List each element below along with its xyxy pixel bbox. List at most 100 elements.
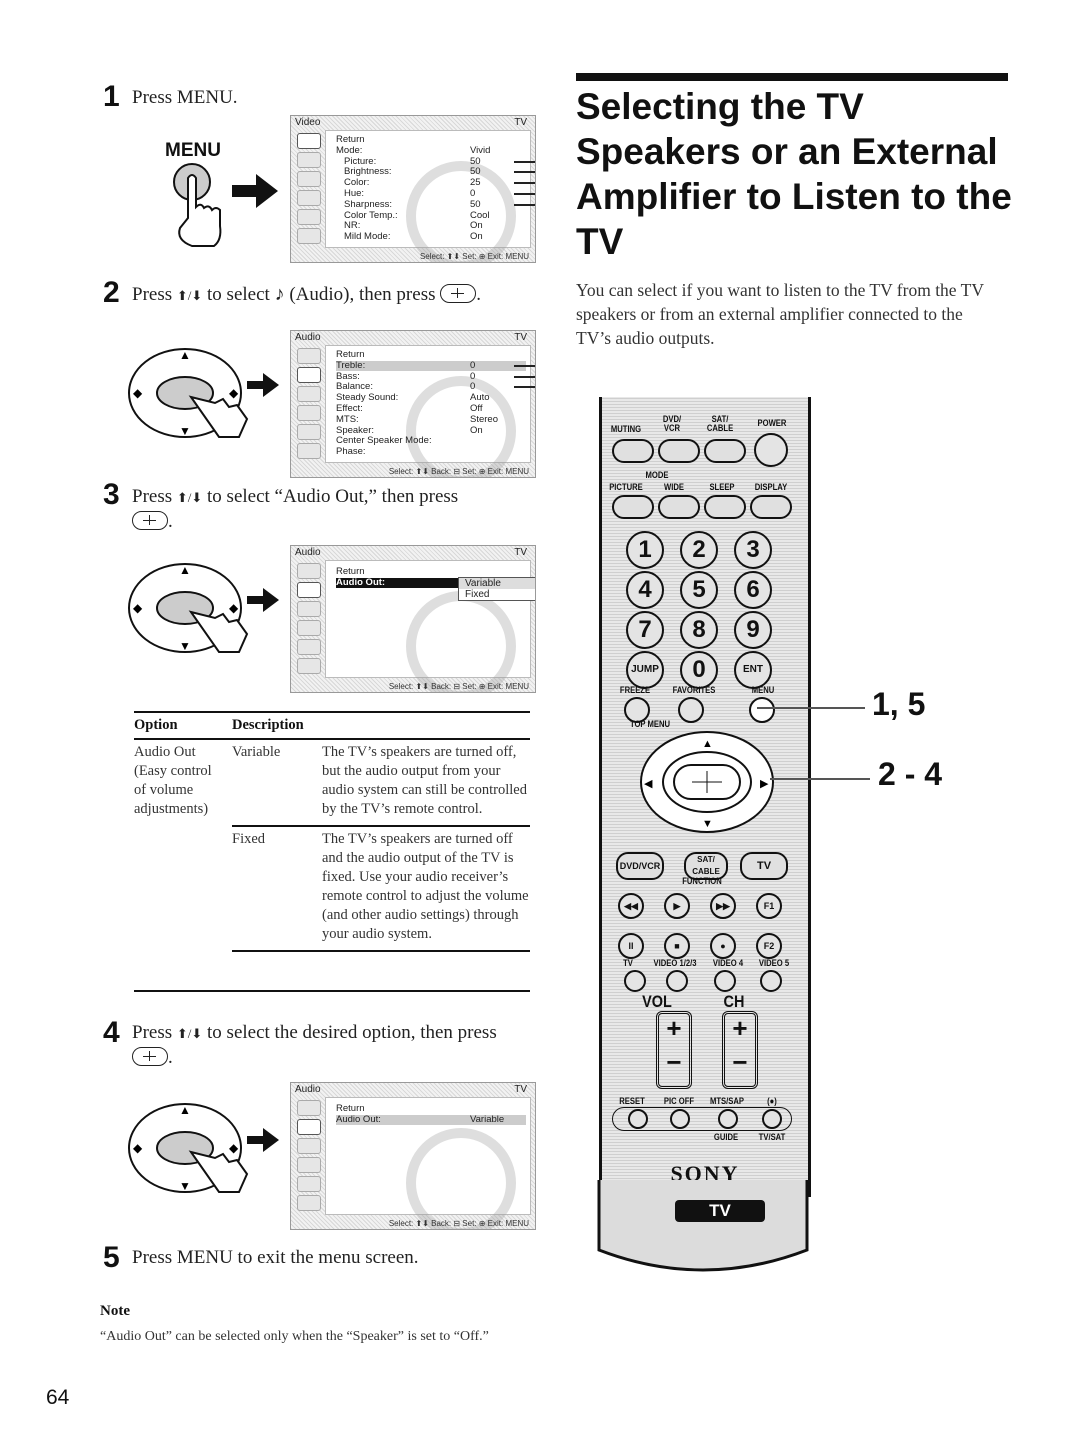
osd-row-label: Return xyxy=(336,1103,365,1114)
osd-row: Color Temp.: Cool xyxy=(336,209,526,221)
osd-row-label: Bass: xyxy=(336,370,360,382)
label-wide: WIDE xyxy=(664,482,684,492)
svg-text:▼: ▼ xyxy=(702,818,713,830)
osd-row-value: On xyxy=(470,424,483,436)
directional-pad[interactable]: ▲ ▼ ◀ ▶ xyxy=(632,727,782,837)
step-2-end: . xyxy=(476,284,481,305)
number-button-5[interactable]: 5 xyxy=(680,571,718,609)
number-button-jump[interactable]: JUMP xyxy=(626,651,664,689)
number-button-2[interactable]: 2 xyxy=(680,531,718,569)
label-video-4: VIDEO 4 xyxy=(712,958,744,968)
osd-row-label: Return xyxy=(336,349,365,360)
osd-audio-menu: Audio TV Return Treble: 0 Bass: 0 Balance: 0 St… xyxy=(290,330,536,478)
step-1-number: 1 xyxy=(103,80,120,113)
tv-sat-button[interactable] xyxy=(762,1109,782,1129)
label-video-123: VIDEO 1/2/3 xyxy=(653,958,697,968)
transport-button-4[interactable]: II xyxy=(618,933,644,959)
transport-button-5[interactable]: ■ xyxy=(664,933,690,959)
osd-row: Return xyxy=(336,350,526,360)
label-tv-sat: TV/SAT xyxy=(758,1132,786,1142)
number-button-0[interactable]: 0 xyxy=(680,651,718,689)
page-number: 64 xyxy=(46,1386,70,1409)
joystick-press-icon: ◆ ◆ ▲ ▼ xyxy=(128,348,279,438)
step-3-number: 3 xyxy=(103,478,120,511)
osd-row-value: 25 xyxy=(470,177,481,189)
input-video4-button[interactable] xyxy=(714,970,736,992)
function-tv-button[interactable]: TV xyxy=(740,852,788,880)
display-button[interactable] xyxy=(750,495,792,519)
pic-off-button[interactable] xyxy=(670,1109,690,1129)
label-display: DISPLAY xyxy=(754,482,788,492)
number-button-1[interactable]: 1 xyxy=(626,531,664,569)
osd-row-label: Steady Sound: xyxy=(336,392,399,404)
joystick-press-icon: ◆ ◆ ▲ ▼ xyxy=(128,1103,279,1193)
osd-level-bar xyxy=(514,160,535,163)
favorites-button[interactable] xyxy=(678,697,704,723)
input-video5-button[interactable] xyxy=(760,970,782,992)
up-down-arrow-icon: ⬆/⬇ xyxy=(176,1026,203,1041)
osd-row-value: 50 xyxy=(470,155,481,167)
number-button-4[interactable]: 4 xyxy=(626,571,664,609)
heading-rule xyxy=(576,73,1008,81)
channel-rocker[interactable]: + − xyxy=(722,1011,758,1089)
table-value: Variable xyxy=(232,739,322,827)
osd-row: Return xyxy=(336,135,526,145)
input-video123-button[interactable] xyxy=(666,970,688,992)
number-button-6[interactable]: 6 xyxy=(734,571,772,609)
picture-button[interactable] xyxy=(612,495,654,519)
osd-row-value: On xyxy=(470,220,483,232)
number-button-9[interactable]: 9 xyxy=(734,611,772,649)
number-button-7[interactable]: 7 xyxy=(626,611,664,649)
step-1-text: Press MENU. xyxy=(132,87,238,108)
svg-text:◆: ◆ xyxy=(229,1141,239,1155)
function-dvd-vcr-button[interactable]: DVD/VCR xyxy=(616,852,664,880)
svg-text:▲: ▲ xyxy=(179,348,191,362)
osd-row-label: Return xyxy=(336,134,365,145)
callout-line-dpad xyxy=(770,778,870,780)
svg-text:▲: ▲ xyxy=(179,563,191,577)
osd-row-label: Picture: xyxy=(344,155,377,167)
transport-button-7[interactable]: F2 xyxy=(756,933,782,959)
sat-cable-button[interactable] xyxy=(704,439,746,463)
number-button-3[interactable]: 3 xyxy=(734,531,772,569)
osd-row: Treble: 0 xyxy=(336,360,535,371)
intro-text: You can select if you want to listen to … xyxy=(576,280,984,348)
menu-button[interactable] xyxy=(749,697,775,723)
osd-panel: Return Mode: Vivid Picture: 50 Brightness: 50 C… xyxy=(325,130,535,262)
osd-row-value: Vivid xyxy=(470,144,491,156)
sleep-button[interactable] xyxy=(704,495,746,519)
transport-button-3[interactable]: F1 xyxy=(756,893,782,919)
muting-button[interactable] xyxy=(612,439,654,463)
svg-text:◆: ◆ xyxy=(133,601,143,615)
osd-row-value: 0 xyxy=(470,381,476,393)
osd-row-label: Effect: xyxy=(336,403,363,414)
transport-button-2[interactable]: ▶▶ xyxy=(710,893,736,919)
svg-text:▶: ▶ xyxy=(760,778,769,790)
dvd-vcr-button[interactable] xyxy=(658,439,700,463)
osd-row-label: Color Temp.: xyxy=(344,209,398,221)
osd-row-label: Color: xyxy=(344,177,370,189)
minus-icon: − xyxy=(732,1047,748,1077)
transport-button-1[interactable]: ▶ xyxy=(664,893,690,919)
osd-row-value: 0 xyxy=(470,370,476,382)
osd-input: TV xyxy=(514,117,527,128)
osd-row-label: Mild Mode: xyxy=(344,231,391,243)
power-button[interactable] xyxy=(754,433,788,467)
minus-icon: − xyxy=(666,1047,682,1077)
table-option-label: Audio Out (Easy control of volume adjust… xyxy=(134,744,212,817)
note-title: Note xyxy=(100,1303,130,1319)
input-tv-button[interactable] xyxy=(624,970,646,992)
osd-row-label: Center Speaker Mode: xyxy=(336,435,432,447)
reset-button[interactable] xyxy=(628,1109,648,1129)
osd-row: Steady Sound: Auto xyxy=(336,393,526,403)
volume-rocker[interactable]: + − xyxy=(656,1011,692,1089)
wide-button[interactable] xyxy=(658,495,700,519)
number-button-ent[interactable]: ENT xyxy=(734,651,772,689)
svg-text:▼: ▼ xyxy=(179,1179,191,1193)
transport-button-0[interactable]: ◀◀ xyxy=(618,893,644,919)
number-button-8[interactable]: 8 xyxy=(680,611,718,649)
svg-text:◆: ◆ xyxy=(133,386,143,400)
transport-button-6[interactable]: ● xyxy=(710,933,736,959)
mts-sap-button[interactable] xyxy=(718,1109,738,1129)
callout-steps-1-5: 1, 5 xyxy=(872,686,926,722)
